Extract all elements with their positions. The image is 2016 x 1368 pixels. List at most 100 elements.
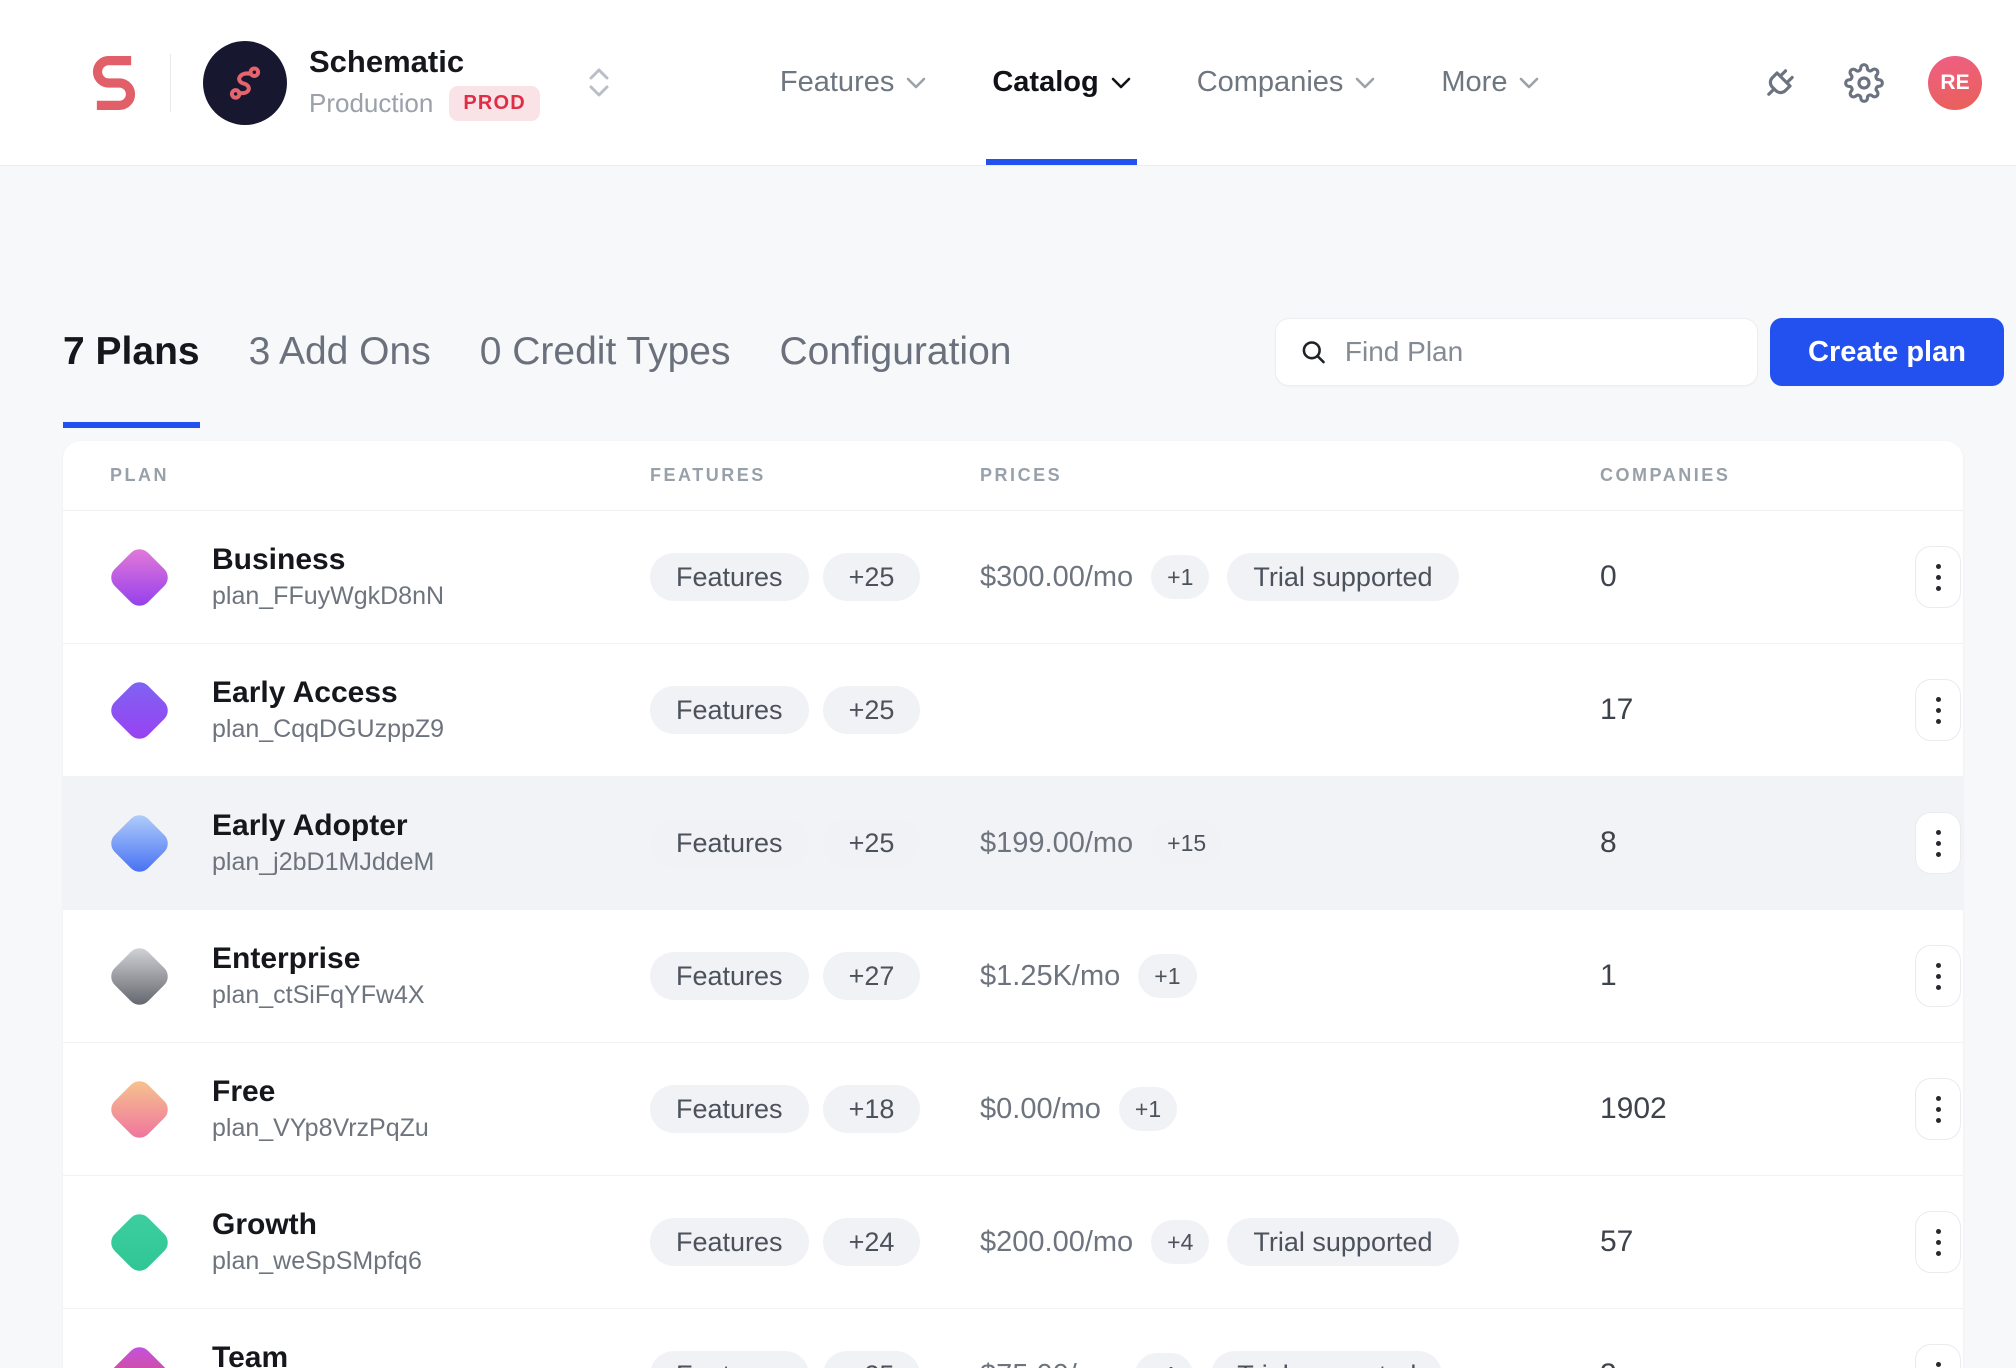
plan-id: plan_FFuyWgkD8nN	[212, 582, 444, 611]
plans-table: Plan Features Prices Companies Business …	[63, 441, 1963, 1368]
unfold-chevrons-icon[interactable]	[588, 68, 610, 97]
table-row[interactable]: Early Adopter plan_j2bD1MJddeM Features …	[63, 777, 1963, 910]
table-row[interactable]: Early Access plan_CqqDGUzppZ9 Features +…	[63, 644, 1963, 777]
plan-id: plan_CqqDGUzppZ9	[212, 715, 444, 744]
column-header-features: Features	[650, 465, 980, 486]
row-menu-kebab-icon[interactable]	[1915, 1344, 1961, 1368]
plan-id: plan_VYp8VrzPqZu	[212, 1114, 429, 1143]
plan-diamond-icon	[106, 943, 172, 1009]
workspace-switcher[interactable]: Schematic Production PROD	[203, 41, 540, 125]
column-header-companies: Companies	[1600, 465, 1915, 486]
nav-item-companies[interactable]: Companies	[1197, 0, 1376, 165]
price-count-pill: +15	[1151, 821, 1222, 865]
price-text: $200.00/mo	[980, 1226, 1133, 1259]
nav-item-more[interactable]: More	[1441, 0, 1539, 165]
price-text: $0.00/mo	[980, 1093, 1101, 1126]
price-text: $199.00/mo	[980, 827, 1133, 860]
features-count-pill[interactable]: +18	[823, 1085, 921, 1133]
tab-plans[interactable]: 7 Plans	[63, 318, 200, 386]
plan-name: Team	[212, 1341, 433, 1368]
table-row[interactable]: Free plan_VYp8VrzPqZu Features +18 $0.00…	[63, 1043, 1963, 1176]
column-header-plan: Plan	[110, 465, 650, 486]
row-menu-kebab-icon[interactable]	[1915, 945, 1961, 1007]
companies-count: 1	[1600, 959, 1617, 993]
trial-supported-badge: Trial supported	[1211, 1351, 1442, 1368]
prod-badge: PROD	[449, 86, 540, 121]
chevron-down-icon	[1519, 77, 1539, 89]
tab-credit-types[interactable]: 0 Credit Types	[480, 318, 731, 386]
trial-supported-badge: Trial supported	[1227, 553, 1458, 601]
find-plan-search[interactable]	[1275, 318, 1758, 386]
row-menu-kebab-icon[interactable]	[1915, 812, 1961, 874]
workspace-avatar	[203, 41, 287, 125]
table-row[interactable]: Business plan_FFuyWgkD8nN Features +25 $…	[63, 511, 1963, 644]
search-input[interactable]	[1345, 336, 1733, 368]
row-menu-kebab-icon[interactable]	[1915, 546, 1961, 608]
schematic-squiggle-icon	[222, 60, 268, 106]
features-count-pill[interactable]: +25	[823, 553, 921, 601]
price-text: $75.00/mo	[980, 1359, 1117, 1368]
features-pill[interactable]: Features	[650, 1351, 809, 1368]
settings-gear-icon[interactable]	[1844, 63, 1884, 103]
features-pill[interactable]: Features	[650, 1085, 809, 1133]
table-row[interactable]: Enterprise plan_ctSiFqYFw4X Features +27…	[63, 910, 1963, 1043]
plan-diamond-icon	[106, 677, 172, 743]
plan-name: Free	[212, 1075, 429, 1109]
companies-count: 0	[1600, 560, 1617, 594]
plan-name: Business	[212, 543, 444, 577]
features-count-pill[interactable]: +25	[823, 686, 921, 734]
row-menu-kebab-icon[interactable]	[1915, 1078, 1961, 1140]
chevron-down-icon	[1111, 77, 1131, 89]
price-count-pill: +4	[1151, 1220, 1209, 1264]
table-header: Plan Features Prices Companies	[63, 441, 1963, 511]
features-pill[interactable]: Features	[650, 1218, 809, 1266]
nav-label: Catalog	[992, 66, 1098, 99]
schematic-logo-icon[interactable]	[90, 54, 138, 112]
divider	[170, 54, 171, 112]
workspace-name: Schematic	[309, 44, 540, 80]
nav-label: Companies	[1197, 66, 1344, 99]
tab-configuration[interactable]: Configuration	[779, 318, 1011, 386]
price-count-pill: +1	[1119, 1087, 1177, 1131]
column-header-prices: Prices	[980, 465, 1600, 486]
environment-label: Production	[309, 88, 433, 119]
features-count-pill[interactable]: +27	[823, 952, 921, 1000]
features-count-pill[interactable]: +25	[823, 819, 921, 867]
top-nav: Schematic Production PROD Features Catal…	[0, 0, 2016, 166]
plan-id: plan_weSpSMpfq6	[212, 1247, 422, 1276]
catalog-page: 7 Plans 3 Add Ons 0 Credit Types Configu…	[0, 318, 2016, 1368]
plan-name: Enterprise	[212, 942, 425, 976]
price-count-pill: +1	[1135, 1353, 1193, 1368]
companies-count: 17	[1600, 693, 1633, 727]
companies-count: 57	[1600, 1225, 1633, 1259]
features-count-pill[interactable]: +24	[823, 1218, 921, 1266]
companies-count: 1902	[1600, 1092, 1667, 1126]
plan-diamond-icon	[106, 1209, 172, 1275]
table-body: Business plan_FFuyWgkD8nN Features +25 $…	[63, 511, 1963, 1368]
plan-diamond-icon	[106, 810, 172, 876]
row-menu-kebab-icon[interactable]	[1915, 1211, 1961, 1273]
price-text: $1.25K/mo	[980, 960, 1120, 993]
companies-count: 8	[1600, 826, 1617, 860]
features-count-pill[interactable]: +25	[823, 1351, 921, 1368]
search-icon	[1300, 337, 1327, 367]
features-pill[interactable]: Features	[650, 819, 809, 867]
row-menu-kebab-icon[interactable]	[1915, 679, 1961, 741]
catalog-tabs: 7 Plans 3 Add Ons 0 Credit Types Configu…	[63, 318, 1011, 386]
create-plan-button[interactable]: Create plan	[1770, 318, 2004, 386]
plan-diamond-icon	[106, 1342, 172, 1368]
trial-supported-badge: Trial supported	[1227, 1218, 1458, 1266]
nav-item-catalog[interactable]: Catalog	[992, 0, 1130, 165]
user-avatar[interactable]: RE	[1928, 56, 1982, 110]
features-pill[interactable]: Features	[650, 952, 809, 1000]
table-row[interactable]: Team plan_D2tSscbYHvw Features +25 $75.0…	[63, 1309, 1963, 1368]
integrations-plug-icon[interactable]	[1760, 63, 1800, 103]
price-count-pill: +1	[1151, 555, 1209, 599]
features-pill[interactable]: Features	[650, 686, 809, 734]
tab-add-ons[interactable]: 3 Add Ons	[249, 318, 431, 386]
plan-diamond-icon	[106, 544, 172, 610]
nav-item-features[interactable]: Features	[780, 0, 926, 165]
features-pill[interactable]: Features	[650, 553, 809, 601]
table-row[interactable]: Growth plan_weSpSMpfq6 Features +24 $200…	[63, 1176, 1963, 1309]
price-count-pill: +1	[1138, 954, 1196, 998]
